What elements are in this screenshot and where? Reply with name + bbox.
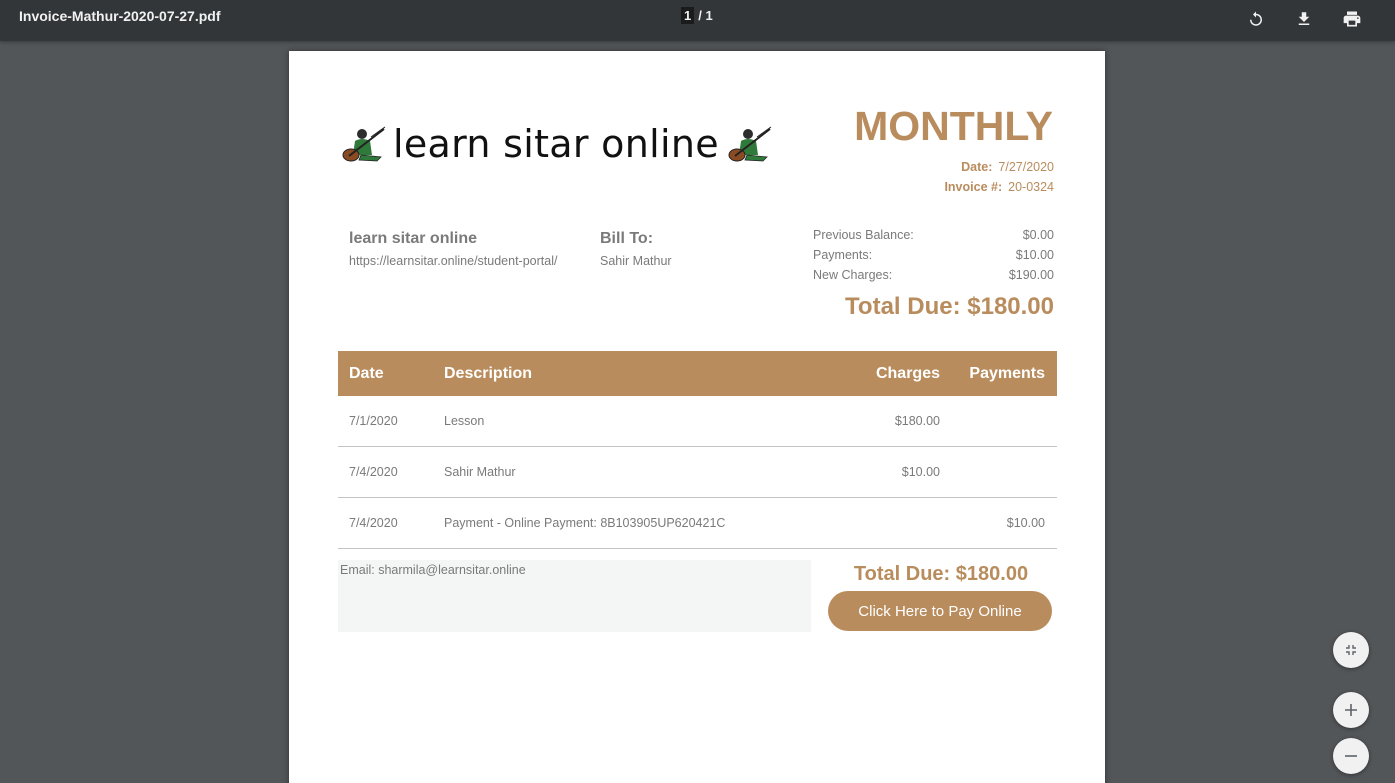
print-icon: [1343, 11, 1361, 27]
invoice-number: Invoice #: 20-0324: [754, 180, 1054, 194]
bill-to-name: Sahir Mathur: [600, 254, 672, 268]
sender-name: learn sitar online: [349, 230, 478, 247]
header-charges: Charges: [875, 364, 940, 382]
pdf-page: learn sitar online MONTHLY Date: 7/27/202…: [289, 51, 1105, 783]
header-payments: Payments: [969, 364, 1045, 382]
document-title: Invoice-Mathur-2020-07-27.pdf: [19, 8, 221, 24]
sitar-player-icon: [728, 126, 772, 162]
table-row: 7/4/2020 Payment - Online Payment: 8B103…: [338, 498, 1057, 549]
sender-url: https://learnsitar.online/student-portal…: [349, 254, 558, 268]
row-description: Sahir Mathur: [444, 465, 516, 479]
zoom-out-icon: [1345, 755, 1357, 757]
summary-label: Payments:: [813, 248, 873, 262]
rotate-button[interactable]: [1243, 6, 1269, 32]
sender-block: learn sitar online https://learnsitar.on…: [349, 230, 557, 268]
header-description: Description: [444, 364, 533, 382]
bill-to-label: Bill To:: [600, 230, 654, 247]
page-number-input[interactable]: 1: [681, 7, 695, 24]
table-row: 7/4/2020 Sahir Mathur $10.00: [338, 447, 1057, 498]
table-header: Date Description Charges Payments: [338, 351, 1057, 396]
page-total: / 1: [698, 8, 713, 23]
row-date: 7/4/2020: [349, 465, 398, 479]
rotate-icon: [1250, 11, 1262, 26]
summary-label: New Charges:: [813, 268, 893, 282]
row-date: 7/4/2020: [349, 516, 398, 530]
logo-text: learn sitar online: [393, 122, 719, 166]
pay-online-button[interactable]: Click Here to Pay Online: [828, 591, 1052, 631]
row-date: 7/1/2020: [349, 414, 398, 428]
bill-to-block: Bill To: Sahir Mathur: [600, 230, 672, 268]
header-date: Date: [349, 364, 384, 382]
invoice-number-value: 20-0324: [1008, 180, 1054, 194]
fit-page-icon: [1346, 645, 1356, 655]
page-indicator: 1 / 1: [681, 7, 713, 24]
total-due: Total Due: $180.00: [845, 293, 1054, 320]
line-items-table: Date Description Charges Payments 7/1/20…: [338, 351, 1057, 549]
row-charges: $10.00: [901, 465, 940, 479]
sitar-player-icon: [342, 126, 386, 162]
balance-summary: Previous Balance: $0.00 Payments: $10.00…: [813, 228, 1054, 288]
row-description: Payment - Online Payment: 8B103905UP6204…: [444, 516, 726, 530]
viewer-toolbar: Invoice-Mathur-2020-07-27.pdf 1 / 1: [0, 0, 1395, 41]
invoice-type-title: MONTHLY: [854, 103, 1053, 149]
summary-value: $0.00: [1022, 228, 1054, 242]
row-payments: $10.00: [1006, 516, 1045, 530]
date-value: 7/27/2020: [998, 160, 1054, 174]
print-button[interactable]: [1339, 6, 1365, 32]
fit-page-button[interactable]: [1333, 632, 1369, 668]
summary-label: Previous Balance:: [813, 228, 914, 242]
summary-row: Payments: $10.00: [813, 248, 1054, 268]
zoom-out-button[interactable]: [1333, 738, 1369, 774]
date-label: Date:: [961, 160, 993, 174]
zoom-in-button[interactable]: [1333, 692, 1369, 728]
summary-value: $190.00: [1008, 268, 1054, 282]
zoom-in-icon: [1345, 704, 1357, 716]
table-row: 7/1/2020 Lesson $180.00: [338, 396, 1057, 447]
company-logo: learn sitar online: [341, 119, 791, 169]
invoice-number-label: Invoice #:: [944, 180, 1003, 194]
row-description: Lesson: [444, 414, 485, 428]
download-button[interactable]: [1291, 6, 1317, 32]
summary-value: $10.00: [1015, 248, 1054, 262]
email-note: Email: sharmila@learnsitar.online: [338, 560, 811, 632]
invoice-date: Date: 7/27/2020: [754, 160, 1054, 174]
download-icon: [1298, 12, 1310, 25]
total-due-bottom: Total Due: $180.00: [853, 563, 1029, 585]
summary-row: New Charges: $190.00: [813, 268, 1054, 288]
row-charges: $180.00: [894, 414, 940, 428]
summary-row: Previous Balance: $0.00: [813, 228, 1054, 248]
